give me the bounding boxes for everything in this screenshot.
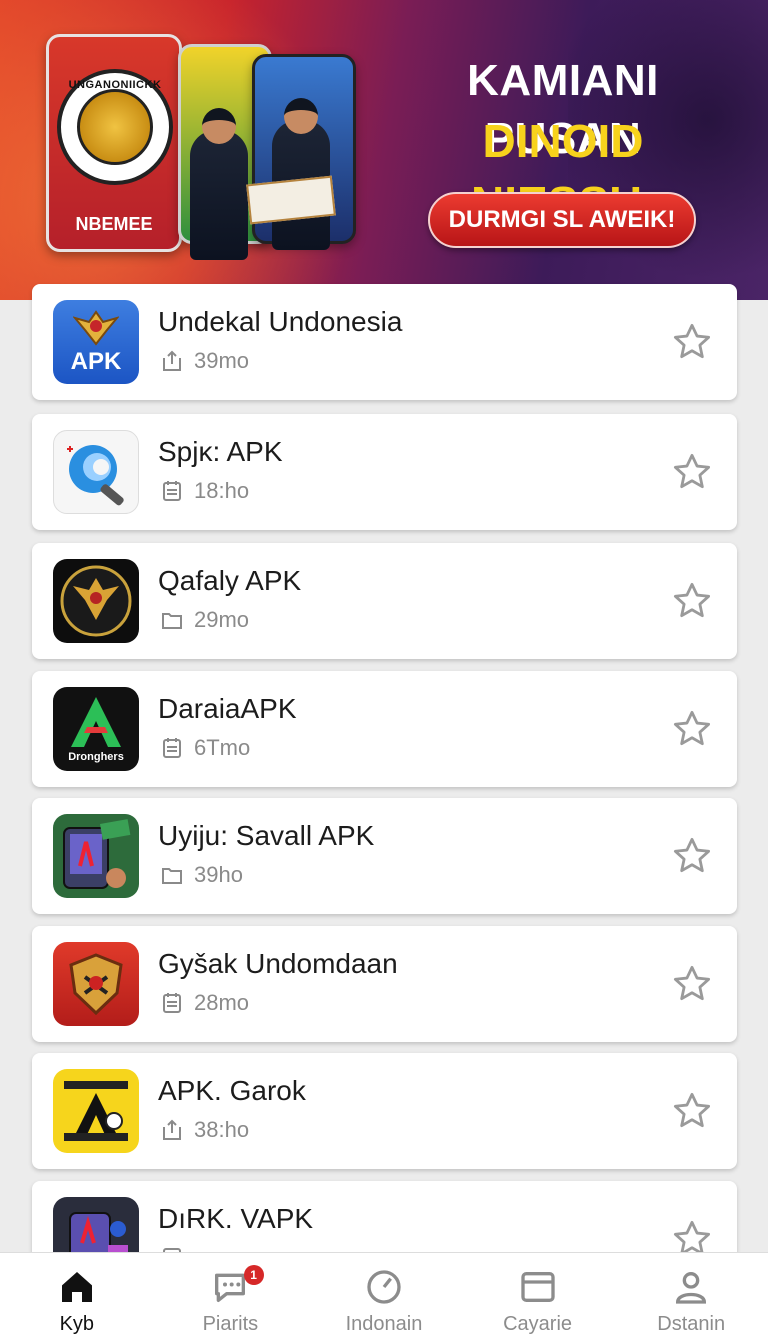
app-name: Uyiju: Savall APK	[158, 820, 375, 851]
screen: UNGANONIICKK NBEMEE KAMIANI PUSAN DINOID…	[0, 0, 768, 1344]
app-meta: 29mo	[160, 607, 249, 633]
banner-phone-left: UNGANONIICKK NBEMEE	[46, 34, 182, 252]
nav-item-gauge[interactable]: Indonain	[307, 1253, 461, 1344]
nav-label: Kyb	[59, 1313, 95, 1335]
app-age: 18:ho	[194, 478, 250, 503]
app-card[interactable]: APK. Garok 38:ho	[32, 1053, 737, 1169]
folder-icon	[162, 613, 182, 629]
app-icon-label: Dronghers	[68, 751, 124, 763]
app-meta: 18:ho	[160, 478, 249, 504]
app-age: 29mo	[194, 607, 250, 632]
app-card[interactable]: Qafaly APK 29mo	[32, 543, 737, 659]
star-icon[interactable]	[671, 963, 713, 1005]
garuda-apk-icon: APK	[53, 300, 139, 384]
app-age: 39ho	[194, 862, 243, 887]
nav-label: Piarits	[202, 1313, 259, 1335]
app-meta: 39ho	[160, 862, 243, 888]
app-card[interactable]: Spjĸ: APK 18:ho	[32, 414, 737, 530]
shield-icon	[53, 942, 139, 1026]
app-name: Gyšak Undomdaan	[158, 948, 398, 979]
app-name: DaraiaAPK	[158, 693, 297, 724]
banner-phone-label: NBEMEE	[75, 214, 153, 234]
star-icon[interactable]	[671, 1090, 713, 1132]
app-meta: 38:ho	[160, 1117, 249, 1143]
star-icon[interactable]	[671, 321, 713, 363]
banner-cta-button[interactable]: DURMGI SL AWEIK!	[428, 192, 696, 248]
document-icon	[163, 738, 181, 758]
app-card[interactable]: Dronghers DaraiaAPK 6Tmo	[32, 671, 737, 787]
star-icon[interactable]	[671, 451, 713, 493]
app-meta: 28mo	[160, 990, 249, 1016]
folder-icon	[162, 868, 182, 884]
app-card[interactable]: Uyiju: Savall APK 39ho	[32, 798, 737, 914]
home-icon	[61, 1272, 92, 1302]
app-name: Spjĸ: APK	[158, 436, 283, 467]
nav-label: Cayarie	[503, 1313, 573, 1335]
share-icon	[163, 350, 181, 371]
browser-icon	[520, 1272, 555, 1302]
blue-swirl-icon	[53, 430, 139, 514]
app-age: 38:ho	[194, 1117, 250, 1142]
star-icon[interactable]	[671, 580, 713, 622]
gauge-icon	[367, 1270, 401, 1304]
bottom-nav: Kyb 1 Piarits Indonain Cayarie Dstanin	[0, 1252, 768, 1344]
nav-item-profile[interactable]: Dstanin	[614, 1253, 768, 1344]
star-icon[interactable]	[671, 708, 713, 750]
document-icon	[163, 481, 181, 501]
promo-banner[interactable]: UNGANONIICKK NBEMEE KAMIANI PUSAN DINOID…	[0, 0, 768, 300]
app-age: 28mo	[194, 990, 250, 1015]
nav-item-browser[interactable]: Cayarie	[461, 1253, 615, 1344]
user-icon	[676, 1272, 707, 1304]
green-a-icon: Dronghers	[53, 687, 139, 771]
app-name: DıRK. VAPK	[158, 1203, 314, 1234]
garuda-seal-icon	[53, 559, 139, 643]
seal-icon: UNGANONIICKK	[57, 69, 173, 185]
nav-label: Indonain	[345, 1313, 423, 1335]
app-age: 39mo	[194, 348, 250, 373]
phone-card-icon	[53, 814, 139, 898]
officer-figure	[190, 108, 248, 260]
notification-badge: 1	[243, 1265, 264, 1285]
app-meta: 6Tmo	[160, 735, 250, 761]
share-icon	[163, 1119, 181, 1140]
nav-item-chat[interactable]: 1 Piarits	[154, 1253, 308, 1344]
app-age: 6Tmo	[194, 735, 251, 760]
app-name: Undekal Undonesia	[158, 306, 403, 337]
nav-item-home[interactable]: Kyb	[0, 1253, 154, 1344]
app-card[interactable]: APK Undekal Undonesia 39mo	[32, 284, 737, 400]
app-card[interactable]: Gyšak Undomdaan 28mo	[32, 926, 737, 1042]
nav-label: Dstanin	[657, 1313, 726, 1335]
app-meta: 39mo	[160, 348, 249, 374]
app-name: APK. Garok	[158, 1075, 306, 1106]
garuda-emblem-icon	[77, 89, 153, 165]
seal-text: UNGANONIICKK	[68, 79, 162, 91]
yellow-a-icon	[53, 1069, 139, 1153]
star-icon[interactable]	[671, 835, 713, 877]
document-icon	[163, 993, 181, 1013]
app-icon-label: APK	[70, 348, 122, 375]
app-name: Qafaly APK	[158, 565, 302, 596]
